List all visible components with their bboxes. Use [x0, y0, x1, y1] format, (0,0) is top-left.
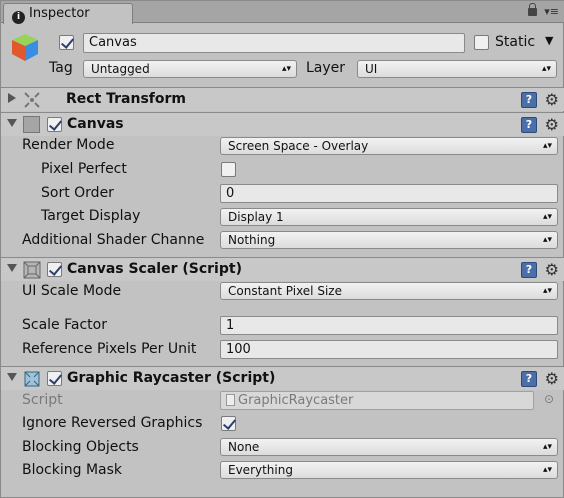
rect-transform-header[interactable]: Rect Transform ? ⚙: [1, 87, 564, 111]
dropdown-arrow-icon: ▴▾: [542, 286, 552, 296]
script-field[interactable]: GraphicRaycaster: [220, 391, 534, 410]
canvas-title: Canvas: [67, 116, 124, 132]
layer-label: Layer: [306, 60, 346, 76]
dropdown-arrow-icon: ▴▾: [281, 64, 291, 74]
ui-scale-mode-dropdown[interactable]: Constant Pixel Size ▴▾: [220, 282, 558, 300]
render-mode-value: Screen Space - Overlay: [228, 139, 369, 153]
tag-value: Untagged: [91, 62, 150, 76]
sort-order-label: Sort Order: [41, 185, 114, 201]
script-label: Script: [22, 392, 63, 408]
script-file-icon: [226, 394, 235, 406]
blocking-mask-label: Blocking Mask: [22, 462, 123, 478]
blocking-objects-value: None: [228, 440, 260, 454]
inspector-window: i Inspector ▾≡ Canvas Static ▼ Tag Untagg…: [0, 0, 564, 498]
object-name-field[interactable]: Canvas: [83, 33, 465, 53]
gameobject-cube-icon: [12, 34, 38, 61]
canvas-enabled-checkbox[interactable]: [47, 117, 62, 132]
gear-icon[interactable]: ⚙: [545, 260, 559, 279]
graphic-raycaster-header[interactable]: Graphic Raycaster (Script) ? ⚙: [1, 366, 564, 390]
tab-bar: i Inspector ▾≡: [1, 1, 564, 24]
tab-inspector[interactable]: i Inspector: [3, 3, 133, 24]
dropdown-arrow-icon: ▴▾: [542, 141, 552, 151]
ui-scale-mode-value: Constant Pixel Size: [228, 284, 342, 298]
collapsed-arrow-icon[interactable]: [8, 93, 16, 103]
help-icon[interactable]: ?: [521, 262, 537, 278]
blocking-objects-dropdown[interactable]: None ▴▾: [220, 438, 558, 456]
pixel-perfect-checkbox[interactable]: [221, 162, 236, 177]
graphic-raycaster-enabled-checkbox[interactable]: [47, 371, 62, 386]
gear-icon[interactable]: ⚙: [545, 115, 559, 134]
gear-icon[interactable]: ⚙: [545, 369, 559, 388]
info-icon: i: [12, 11, 25, 24]
sort-order-field[interactable]: 0: [220, 184, 558, 203]
canvas-component-header[interactable]: Canvas ? ⚙: [1, 112, 564, 136]
blocking-objects-label: Blocking Objects: [22, 439, 139, 455]
graphic-raycaster-title: Graphic Raycaster (Script): [67, 370, 276, 386]
canvas-scaler-icon: [23, 261, 41, 279]
tag-label: Tag: [49, 60, 73, 76]
expanded-arrow-icon[interactable]: [7, 373, 17, 381]
script-value: GraphicRaycaster: [238, 393, 354, 408]
canvas-scaler-enabled-checkbox[interactable]: [47, 262, 62, 277]
canvas-icon: [23, 116, 40, 133]
blocking-mask-value: Everything: [228, 463, 293, 477]
shader-channels-label: Additional Shader Channe: [22, 232, 205, 248]
object-picker-icon[interactable]: ⊙: [544, 392, 554, 406]
target-display-value: Display 1: [228, 210, 284, 224]
rect-transform-title: Rect Transform: [66, 91, 187, 107]
dropdown-arrow-icon: ▴▾: [542, 235, 552, 245]
reference-ppu-field[interactable]: 100: [220, 340, 558, 359]
dropdown-arrow-icon: ▴▾: [542, 465, 552, 475]
active-checkbox[interactable]: [59, 35, 74, 50]
static-dropdown-arrow-icon[interactable]: ▼: [545, 34, 553, 47]
render-mode-label: Render Mode: [22, 137, 115, 153]
lock-icon[interactable]: [527, 3, 537, 16]
help-icon[interactable]: ?: [521, 371, 537, 387]
help-icon[interactable]: ?: [521, 117, 537, 133]
ignore-reversed-checkbox[interactable]: [221, 416, 236, 431]
object-header: Canvas Static ▼ Tag Untagged ▴▾ Layer UI ▴…: [1, 25, 564, 85]
render-mode-dropdown[interactable]: Screen Space - Overlay ▴▾: [220, 137, 558, 155]
layer-value: UI: [365, 62, 378, 76]
menu-icon[interactable]: ▾≡: [544, 5, 559, 18]
graphic-raycaster-icon: [24, 371, 40, 387]
tab-controls: ▾≡: [527, 3, 559, 18]
pixel-perfect-label: Pixel Perfect: [41, 161, 127, 177]
canvas-scaler-title: Canvas Scaler (Script): [67, 261, 242, 277]
canvas-scaler-header[interactable]: Canvas Scaler (Script) ? ⚙: [1, 257, 564, 281]
dropdown-arrow-icon: ▴▾: [542, 212, 552, 222]
reference-ppu-label: Reference Pixels Per Unit: [22, 341, 197, 357]
scale-factor-label: Scale Factor: [22, 317, 107, 333]
tag-dropdown[interactable]: Untagged ▴▾: [83, 60, 297, 78]
scale-factor-field[interactable]: 1: [220, 316, 558, 335]
shader-channels-value: Nothing: [228, 233, 276, 247]
blocking-mask-dropdown[interactable]: Everything ▴▾: [220, 461, 558, 479]
dropdown-arrow-icon: ▴▾: [542, 442, 552, 452]
ignore-reversed-label: Ignore Reversed Graphics: [22, 415, 203, 431]
shader-channels-dropdown[interactable]: Nothing ▴▾: [220, 231, 558, 249]
expanded-arrow-icon[interactable]: [7, 264, 17, 272]
ui-scale-mode-label: UI Scale Mode: [22, 283, 122, 299]
layer-dropdown[interactable]: UI ▴▾: [357, 60, 557, 78]
gear-icon[interactable]: ⚙: [545, 90, 559, 109]
static-checkbox[interactable]: [474, 35, 489, 50]
static-label: Static: [495, 34, 536, 50]
target-display-label: Target Display: [41, 208, 141, 224]
tab-label: Inspector: [29, 6, 90, 21]
dropdown-arrow-icon: ▴▾: [541, 64, 551, 74]
expanded-arrow-icon[interactable]: [7, 119, 17, 127]
help-icon[interactable]: ?: [521, 92, 537, 108]
rect-transform-icon: [24, 92, 40, 108]
target-display-dropdown[interactable]: Display 1 ▴▾: [220, 208, 558, 226]
